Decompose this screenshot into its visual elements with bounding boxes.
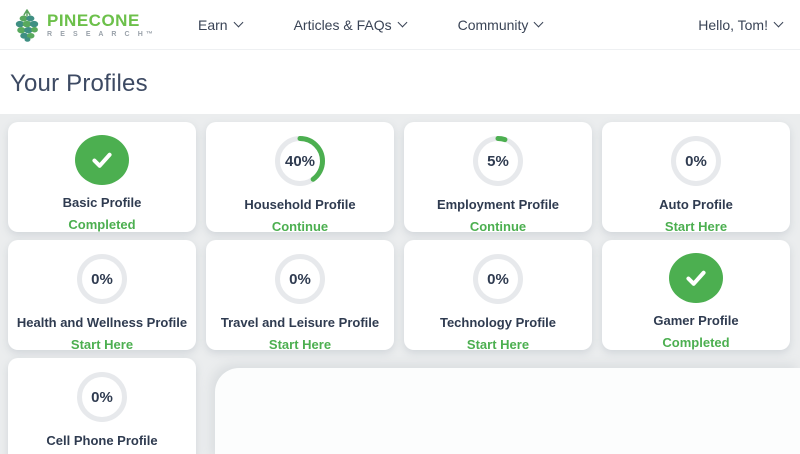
user-menu[interactable]: Hello, Tom!	[698, 16, 784, 33]
chevron-down-icon	[773, 17, 784, 28]
profile-name: Employment Profile	[436, 197, 560, 212]
progress-ring: 0%	[472, 253, 524, 305]
profile-card[interactable]: Basic Profile Completed	[8, 122, 196, 232]
progress-ring: 5%	[472, 135, 524, 187]
progress-percent: 0%	[91, 270, 113, 288]
profile-name: Technology Profile	[439, 315, 557, 330]
chevron-down-icon	[533, 17, 544, 28]
logo[interactable]: PINECONE R E S E A R C H™	[12, 8, 156, 42]
profile-name: Basic Profile	[62, 195, 142, 210]
logo-wordmark: PINECONE	[47, 10, 140, 30]
profiles-grid: Basic Profile Completed 40% Household Pr…	[8, 122, 790, 454]
progress-ring: 0%	[274, 253, 326, 305]
profile-action-link[interactable]: Start Here	[665, 219, 727, 234]
progress-percent: 0%	[685, 152, 707, 170]
pinecone-logo-icon	[15, 8, 39, 42]
progress-ring: 40%	[274, 135, 326, 187]
profile-card[interactable]: 0% Cell Phone Profile Start Here	[8, 358, 196, 454]
profile-card[interactable]: Gamer Profile Completed	[602, 240, 790, 350]
completed-check-icon	[75, 135, 129, 185]
title-band: Your Profiles	[0, 50, 800, 114]
profile-name: Travel and Leisure Profile	[220, 315, 380, 330]
nav-item-label: Earn	[197, 16, 228, 33]
profile-name: Gamer Profile	[653, 313, 739, 328]
progress-percent: 0%	[487, 270, 509, 288]
profile-action-link[interactable]: Completed	[68, 217, 135, 232]
progress-percent: 0%	[289, 270, 311, 288]
logo-subtext: R E S E A R C H™	[47, 30, 156, 38]
profile-action-link[interactable]: Continue	[470, 219, 526, 234]
top-nav: PINECONE R E S E A R C H™ Earn Articles …	[0, 0, 800, 50]
page-title: Your Profiles	[10, 70, 148, 97]
chevron-down-icon	[233, 17, 244, 28]
nav-item-earn[interactable]: Earn	[197, 16, 244, 33]
profile-name: Health and Wellness Profile	[16, 315, 188, 330]
progress-percent: 0%	[91, 388, 113, 406]
profile-name: Cell Phone Profile	[46, 433, 158, 448]
nav-item-articles-faqs[interactable]: Articles & FAQs	[293, 16, 408, 33]
profile-card[interactable]: 0% Technology Profile Start Here	[404, 240, 592, 352]
progress-ring: 0%	[76, 253, 128, 305]
profile-name: Household Profile	[244, 197, 356, 212]
nav-item-community[interactable]: Community	[457, 16, 544, 33]
logo-text: PINECONE R E S E A R C H™	[47, 12, 156, 38]
profile-card[interactable]: 5% Employment Profile Continue	[404, 122, 592, 234]
profile-action-link[interactable]: Start Here	[71, 337, 133, 352]
profile-card[interactable]: 40% Household Profile Continue	[206, 122, 394, 234]
profile-card[interactable]: 0% Auto Profile Start Here	[602, 122, 790, 234]
profile-action-link[interactable]: Start Here	[467, 337, 529, 352]
nav-item-label: Community	[457, 16, 529, 33]
progress-ring: 0%	[76, 371, 128, 423]
main-nav: Earn Articles & FAQs Community	[197, 16, 544, 33]
nav-item-label: Articles & FAQs	[293, 16, 392, 33]
profile-action-link[interactable]: Continue	[272, 219, 328, 234]
profile-card[interactable]: 0% Health and Wellness Profile Start Her…	[8, 240, 196, 352]
profile-card[interactable]: 0% Travel and Leisure Profile Start Here	[206, 240, 394, 352]
completed-check-icon	[669, 253, 723, 303]
progress-percent: 40%	[284, 152, 316, 170]
profile-action-link[interactable]: Completed	[662, 335, 729, 350]
profile-action-link[interactable]: Start Here	[269, 337, 331, 352]
profile-name: Auto Profile	[659, 197, 733, 212]
content-area: Basic Profile Completed 40% Household Pr…	[0, 114, 800, 454]
progress-percent: 5%	[487, 152, 509, 170]
chevron-down-icon	[397, 17, 408, 28]
progress-ring: 0%	[670, 135, 722, 187]
user-greeting: Hello, Tom!	[698, 16, 768, 33]
